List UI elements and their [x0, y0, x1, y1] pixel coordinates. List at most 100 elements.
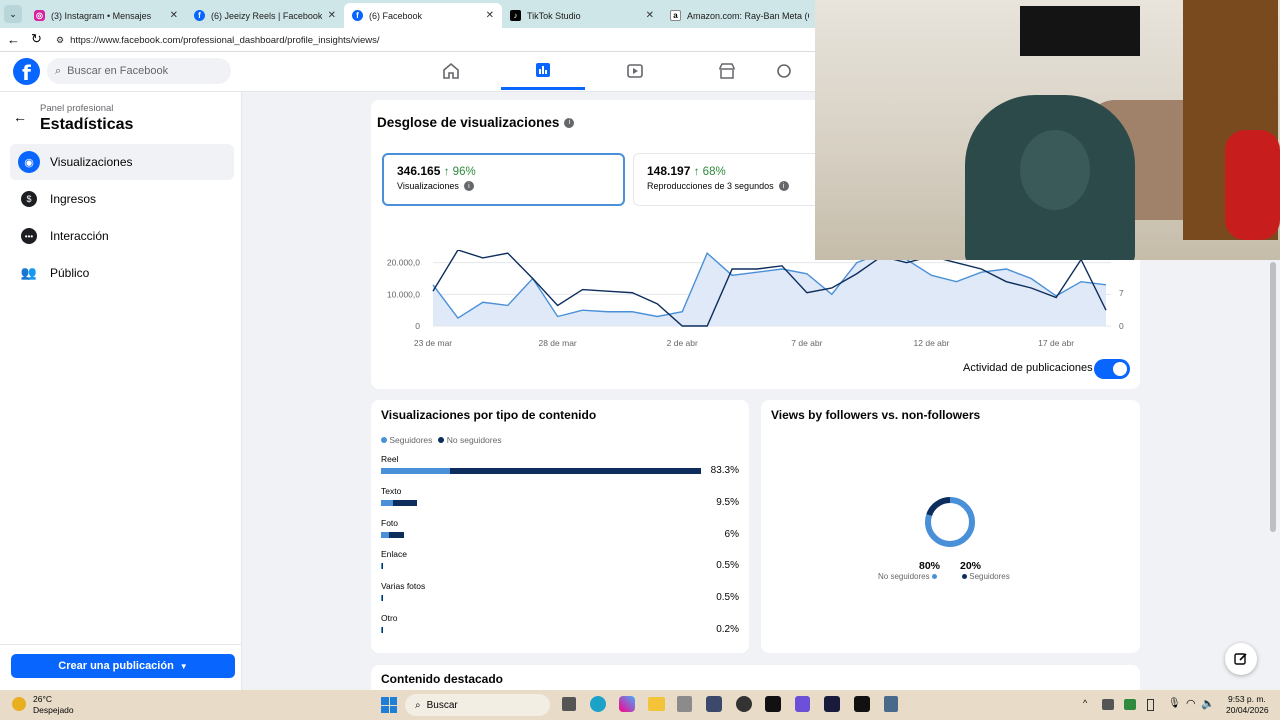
browser-tab[interactable]: f (6) Jeeizy Reels | Facebook ✕ [186, 3, 344, 28]
bar-value-label: 0.5% [716, 592, 739, 604]
microphone-icon[interactable]: 🎙 [1168, 698, 1181, 709]
taskbar-search[interactable]: ⌕ Buscar [405, 694, 550, 716]
taskview-icon[interactable] [562, 697, 576, 711]
x-tick-label: 28 de mar [538, 338, 576, 348]
close-tab-icon[interactable]: ✕ [486, 10, 494, 21]
app-icon[interactable] [824, 696, 840, 712]
metric-views-change: ↑ 96% [443, 166, 476, 178]
y-tick-label: 20.000,0 [387, 258, 420, 268]
bar-followers [381, 468, 451, 474]
wifi-icon[interactable]: ◠ [1186, 697, 1196, 710]
nav-groups[interactable] [775, 52, 815, 90]
tv-shape [1020, 6, 1140, 56]
search-icon: ⌕ [55, 64, 62, 77]
eye-icon: ◉ [18, 151, 40, 173]
sidebar-item-ingresos[interactable]: $ Ingresos [10, 181, 234, 217]
browser-tab[interactable]: ♪ TikTok Studio ✕ [502, 3, 662, 28]
folder-icon[interactable] [648, 697, 665, 711]
nav-video[interactable] [593, 52, 677, 90]
legend-nonfollowers: No seguidores [438, 435, 502, 445]
nonfollowers-legend: No seguidores [878, 572, 937, 581]
bar-value-label: 0.2% [716, 624, 739, 635]
compose-button[interactable] [1225, 643, 1257, 675]
calculator-icon[interactable] [884, 696, 898, 712]
metric-3s-plays[interactable]: 148.197 ↑ 68% Reproducciones de 3 segund… [633, 153, 823, 206]
bar-nonfollowers [382, 595, 384, 602]
info-icon[interactable]: i [778, 181, 789, 191]
video-icon [627, 64, 643, 78]
facebook-logo[interactable]: f [13, 58, 40, 85]
capcut-icon[interactable] [854, 696, 870, 712]
nav-insights[interactable] [501, 52, 585, 90]
start-button[interactable] [381, 697, 397, 713]
breakdown-title: Desglose de visualizaciones i [377, 115, 575, 130]
chair-shape [1225, 130, 1280, 240]
page-title: Estadísticas [40, 116, 134, 133]
bar-followers [381, 499, 393, 506]
weather-temp[interactable]: 26°C [33, 694, 52, 704]
tray-chevron-icon[interactable]: ^ [1083, 698, 1087, 708]
info-icon[interactable]: i [463, 181, 474, 191]
insights-sidebar: ← Panel profesional Estadísticas ◉ Visua… [0, 92, 242, 690]
app-icon[interactable] [677, 696, 692, 712]
sidebar-item-interaccion[interactable]: ••• Interacción [10, 218, 234, 254]
clock-date: 20/04/2026 [1226, 705, 1269, 715]
post-activity-toggle[interactable] [1094, 359, 1130, 379]
webcam-overlay [815, 0, 1280, 260]
app-icon[interactable] [736, 696, 752, 712]
followers-pct: 20% [960, 560, 982, 572]
battery-icon[interactable] [1147, 699, 1154, 711]
url-field[interactable]: ⚙ https://www.facebook.com/professional_… [56, 32, 816, 49]
amazon-icon: a [670, 10, 681, 21]
capcut-icon[interactable] [765, 696, 781, 712]
store-icon [719, 63, 735, 79]
bar-nonfollowers [450, 468, 701, 474]
metric-views[interactable]: 346.165 ↑ 96% Visualizaciones i [382, 153, 625, 206]
people-icon: 👥 [20, 265, 38, 280]
app-icon[interactable] [706, 696, 722, 712]
close-tab-icon[interactable]: ✕ [328, 10, 336, 21]
volume-icon[interactable]: 🔈 [1201, 697, 1215, 710]
tray-icon[interactable] [1124, 699, 1136, 710]
close-tab-icon[interactable]: ✕ [170, 10, 178, 21]
back-arrow-icon[interactable]: ← [13, 109, 27, 125]
bar-nonfollowers [392, 499, 418, 506]
caret-down-icon: ▼ [179, 661, 188, 671]
sidebar-item-publico[interactable]: 👥 Público [10, 255, 234, 291]
bar-chart-icon [536, 62, 550, 77]
back-icon[interactable]: ← [7, 32, 20, 47]
content-type-title: Visualizaciones por tipo de contenido [381, 408, 597, 422]
site-info-icon[interactable]: ⚙ [56, 35, 64, 46]
close-tab-icon[interactable]: ✕ [646, 10, 654, 21]
post-activity-label: Actividad de publicaciones [963, 362, 1093, 374]
app-icon[interactable] [795, 696, 810, 712]
followers-donut-chart [925, 497, 975, 547]
content-type-legend: Seguidores No seguidores [381, 435, 502, 445]
create-post-button[interactable]: Crear una publicación ▼ [11, 654, 235, 678]
bar-value-label: 9.5% [716, 496, 739, 508]
browser-tab[interactable]: ◎ (3) Instagram • Mensajes ✕ [26, 3, 186, 28]
scrollbar-thumb[interactable] [1270, 262, 1276, 532]
y-right-tick-label: 7 [1119, 288, 1124, 298]
bar-value-label: 83.3% [710, 465, 739, 476]
reload-icon[interactable]: ↻ [31, 31, 42, 47]
info-icon[interactable]: i [564, 117, 575, 128]
nav-marketplace[interactable] [685, 52, 769, 90]
browser-tab[interactable]: a Amazon.com: Ray-Ban Meta (Gen [662, 3, 817, 28]
tab-actions-chevron-icon[interactable]: ⌄ [4, 5, 22, 23]
copilot-icon[interactable] [619, 696, 635, 712]
search-input[interactable]: ⌕ Buscar en Facebook [47, 58, 231, 84]
browser-tab-active[interactable]: f (6) Facebook ✕ [344, 3, 502, 28]
content-type-card: Visualizaciones por tipo de contenido Se… [371, 400, 749, 653]
x-tick-label: 12 de abr [914, 338, 950, 348]
tray-icon[interactable] [1102, 699, 1114, 710]
followers-card-title: Views by followers vs. non-followers [771, 408, 981, 422]
clock-time[interactable]: 9:53 p. m. [1228, 694, 1266, 704]
sidebar-item-visualizaciones[interactable]: ◉ Visualizaciones [10, 144, 234, 180]
x-tick-label: 23 de mar [414, 338, 452, 348]
edge-icon[interactable] [590, 696, 606, 712]
legend-followers: Seguidores [381, 435, 432, 445]
nav-home[interactable] [409, 52, 493, 90]
x-tick-label: 17 de abr [1038, 338, 1074, 348]
edit-icon [1234, 653, 1247, 665]
